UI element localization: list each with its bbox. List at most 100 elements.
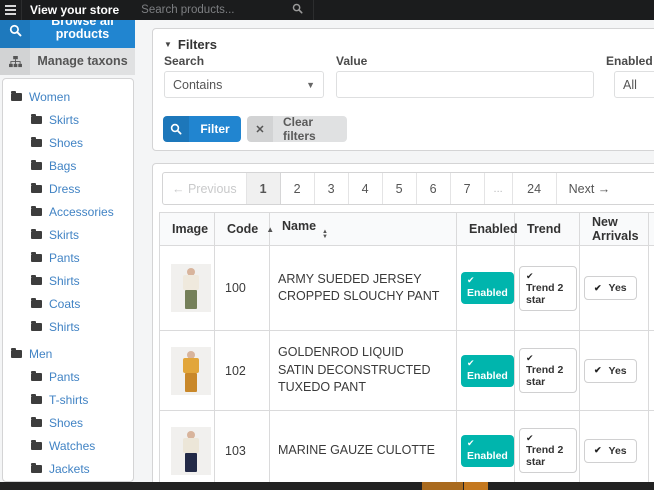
product-name: ARMY SUEDED JERSEY CROPPED SLOUCHY PANT [269,245,457,331]
taxon-tree-item[interactable]: T-shirts [3,388,133,411]
taxon-tree-item[interactable]: Coats [3,292,133,315]
trend-badge: ✔ Trend 2 star [519,348,577,393]
products-table: Image Code ▲ Name ▲ ▼ Enabled Trend New Arr… [159,212,654,490]
check-icon: ✔ [526,270,534,281]
enabled-field-label: Enabled [606,54,653,68]
sort-icon: ▲ ▼ [322,228,328,240]
caret-down-icon: ▼ [164,40,172,49]
hamburger-menu-icon[interactable] [0,0,22,20]
scrollbar-thumb[interactable] [464,482,488,490]
taxon-tree-item[interactable]: Accessories [3,200,133,223]
header-code[interactable]: Code ▲ [214,212,274,246]
header-cropped [648,212,654,246]
product-image [171,346,211,395]
filters-toggle[interactable]: ▼ Filters [164,37,217,52]
cell-enabled: ✔ Enabled [456,410,515,490]
folder-icon [31,393,42,404]
filter-button[interactable]: Filter [163,116,241,142]
folder-icon [31,370,42,381]
pagination-page[interactable]: 24 [513,173,557,204]
pagination-previous[interactable]: ← Previous [163,173,247,204]
taxon-tree-item[interactable]: Skirts [3,223,133,246]
cell-trend: ✔ Trend 2 star [514,330,580,411]
taxon-label: Skirts [49,112,79,127]
filters-panel: ▼ Filters Search Value Enabled Contains … [152,28,654,151]
taxon-tree-item[interactable]: Skirts [3,108,133,131]
search-type-select[interactable]: Contains ▼ [164,71,324,98]
cell-code: 102 [214,330,270,411]
folder-icon [31,297,42,308]
pagination-page: ... [485,173,513,204]
products-panel: ← Previous 1 2 3 4 5 6 7... 24 Next → Image Cod… [152,163,654,490]
taxon-tree-item[interactable]: Jackets [3,457,133,480]
taxon-tree-item[interactable]: Women [3,85,133,108]
taxon-tree-item[interactable]: Bags [3,154,133,177]
header-new-arrivals: New Arrivals [579,212,649,246]
taxon-tree-item[interactable]: Men [3,342,133,365]
pagination-page[interactable]: 4 [349,173,383,204]
product-image [171,426,211,475]
taxon-tree-item[interactable]: Shirts [3,315,133,338]
taxon-tree-item[interactable]: Shirts [3,269,133,292]
trend-badge: ✔ Trend 2 star [519,265,577,311]
pagination-page[interactable]: 2 [281,173,315,204]
clear-filters-button[interactable]: ✕ Clear filters [247,116,347,142]
cell-cropped [648,245,654,331]
search-icon[interactable] [292,1,304,19]
value-input[interactable] [336,71,594,98]
cell-cropped [648,330,654,411]
taxon-label: Shirts [49,319,80,334]
pagination-page[interactable]: 5 [383,173,417,204]
pagination-next[interactable]: Next → [557,173,623,204]
taxon-label: Accessories [49,204,114,219]
topbar-search[interactable]: Search products... [133,0,313,20]
product-row: 102 GOLDENROD LIQUID SATIN DECONSTRUCTED… [159,330,654,411]
enabled-badge: ✔ Enabled [461,272,514,304]
folder-icon [31,462,42,473]
enabled-badge-label: Enabled [467,287,508,299]
check-icon: ✔ [594,445,602,455]
taxon-tree-item[interactable]: Shoes [3,411,133,434]
new-arrivals-badge: ✔ Yes [584,276,637,300]
taxon-label: Shirts [49,273,80,288]
figure-bottom [185,452,197,472]
trend-badge-label: Trend 2 star [526,281,564,306]
check-icon: ✔ [594,365,602,375]
taxon-tree: Women Skirts Shoes Bags Dress Accessorie… [2,78,134,482]
enabled-select[interactable]: All [614,71,654,98]
folder-icon [31,182,42,193]
taxon-tree-item[interactable]: Dress [3,177,133,200]
product-row: 103 MARINE GAUZE CULOTTE ✔ Enabled ✔ Tre… [159,410,654,490]
folder-icon [31,439,42,450]
figure-top [183,357,199,373]
header-name[interactable]: Name ▲ ▼ [269,212,457,246]
check-icon: ✔ [526,433,534,443]
enabled-badge-label: Enabled [467,449,508,462]
trend-badge-label: Trend 2 star [526,444,564,468]
pagination-page[interactable]: 1 [246,173,281,204]
product-image-cell [159,330,215,411]
horizontal-scrollbar [0,482,654,490]
new-arrivals-badge-label: Yes [608,364,627,377]
taxon-label: Pants [49,369,80,384]
pagination-page[interactable]: 3 [315,173,349,204]
taxon-tree-item[interactable]: Pants [3,365,133,388]
taxon-label: Skirts [49,227,79,242]
folder-icon [31,136,42,147]
taxon-tree-item[interactable]: Watches [3,434,133,457]
filters-title: Filters [177,37,217,52]
topbar-search-placeholder[interactable]: Search products... [133,4,292,16]
filter-button-label: Filter [200,122,230,136]
pagination-page[interactable]: 6 [417,173,451,204]
taxon-tree-item[interactable]: Pants [3,246,133,269]
scrollbar-thumb[interactable] [422,482,463,490]
view-store-link[interactable]: View your store [22,0,133,20]
cell-code: 103 [214,410,270,490]
pagination-page[interactable]: 7 [451,173,485,204]
new-arrivals-badge-label: Yes [608,282,627,294]
figure-bottom [185,372,197,392]
manage-taxons-button[interactable]: Manage taxons [0,48,135,75]
pagination: ← Previous 1 2 3 4 5 6 7... 24 Next → [162,172,654,205]
taxon-tree-item[interactable]: Shoes [3,131,133,154]
taxon-label: Jackets [49,461,90,476]
